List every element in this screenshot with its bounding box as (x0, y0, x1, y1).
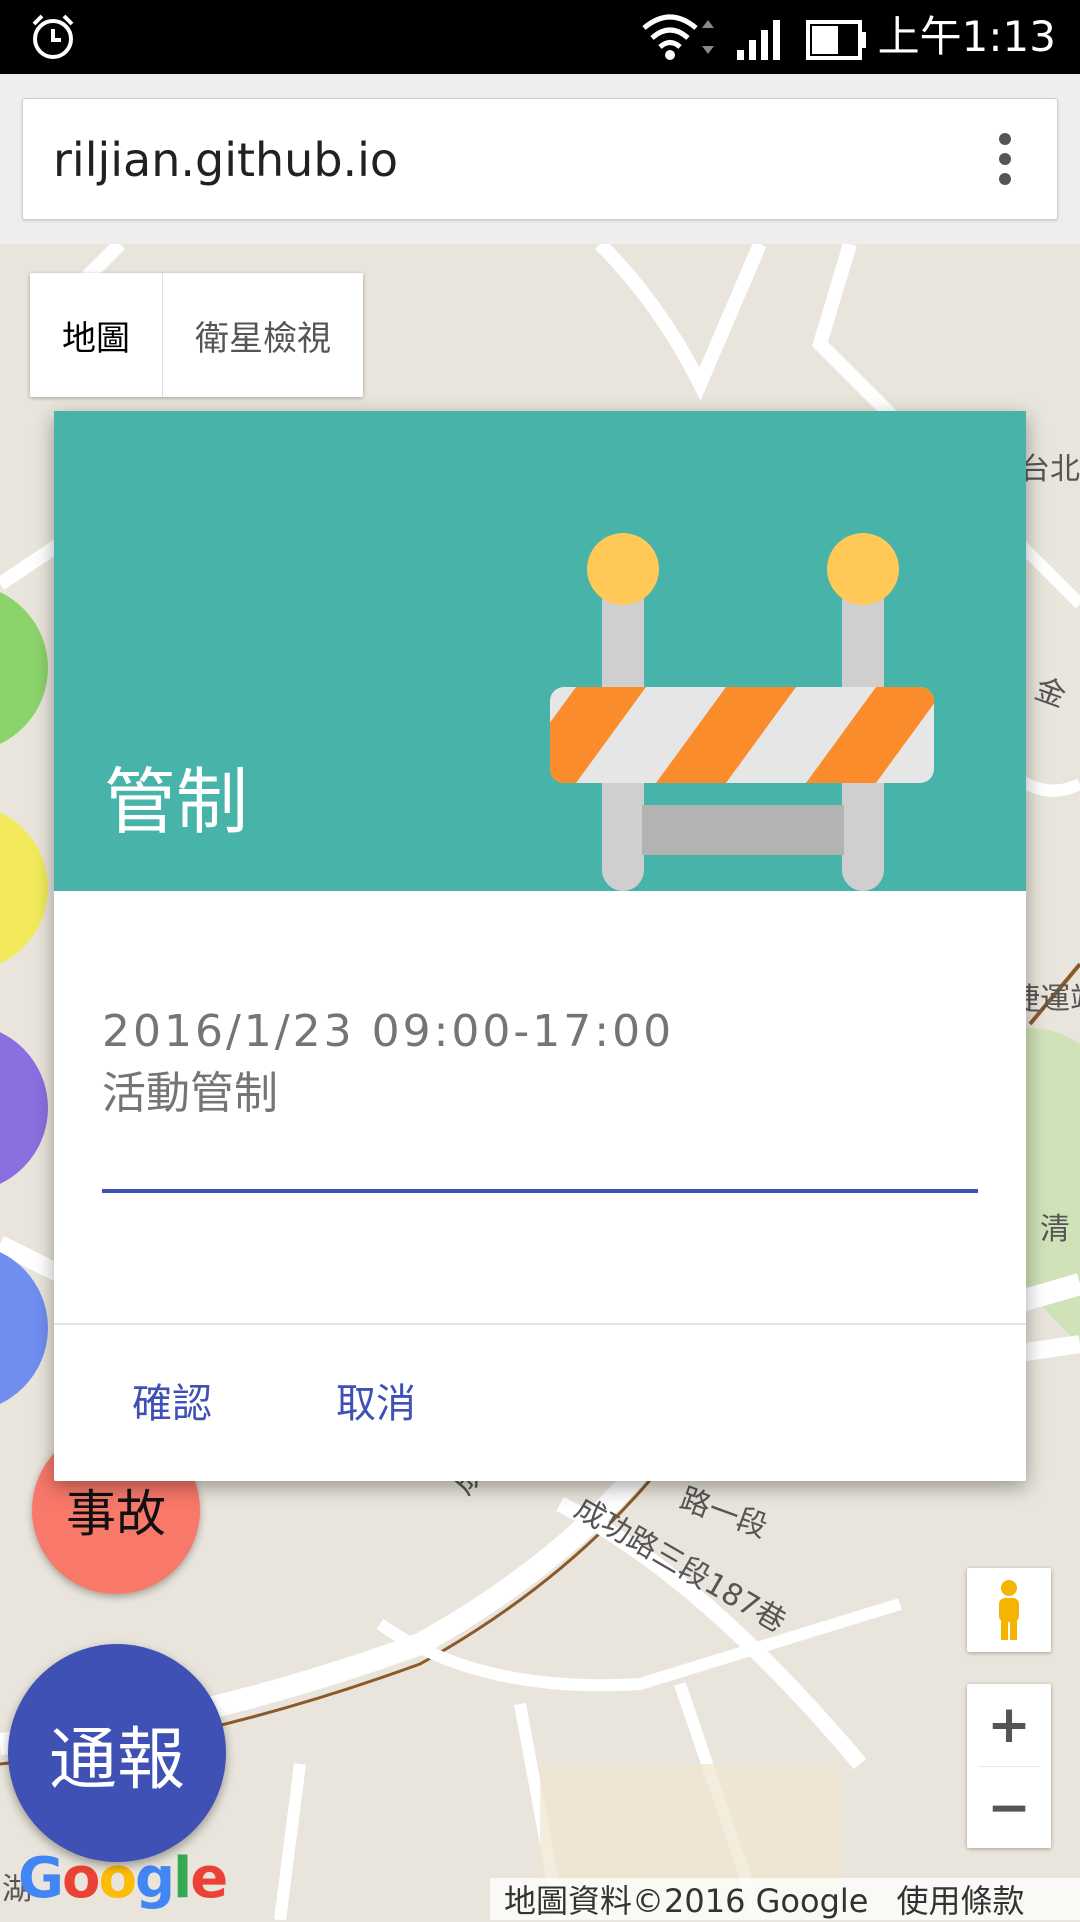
dialog-divider (54, 1323, 1026, 1325)
street-view-pegman-icon[interactable] (967, 1568, 1051, 1652)
textarea-underline (102, 1189, 978, 1193)
map-type-map[interactable]: 地圖 (30, 273, 163, 397)
signal-icon (735, 16, 795, 66)
description-textarea[interactable]: 2016/1/23 09:00-17:00 活動管制 (102, 1001, 978, 1119)
event-time: 2016/1/23 09:00-17:00 (102, 1006, 675, 1057)
map-attribution: 地圖資料©2016 Google 使用條款 (490, 1878, 1080, 1920)
status-time: 上午1:13 (877, 12, 1056, 61)
zoom-out-button[interactable]: − (967, 1767, 1051, 1849)
report-button[interactable]: 通報 (8, 1644, 226, 1862)
event-description: 活動管制 (102, 1068, 278, 1119)
battery-icon (806, 18, 868, 66)
map-type-control: 地圖 衛星檢視 (30, 273, 363, 397)
cancel-button[interactable]: 取消 (336, 1371, 416, 1429)
url-text[interactable]: riljian.github.io (53, 133, 398, 187)
map-type-satellite[interactable]: 衛星檢視 (163, 273, 363, 397)
more-options-icon[interactable] (999, 133, 1013, 185)
zoom-in-button[interactable]: + (967, 1684, 1051, 1766)
road-barrier-icon (546, 521, 946, 891)
wifi-icon (640, 12, 720, 66)
street-label: 台北 (1020, 452, 1080, 487)
browser-toolbar: riljian.github.io (0, 74, 1080, 244)
terms-link[interactable]: 使用條款 (882, 1876, 1038, 1922)
event-dialog: 管制 2016/1/23 09:00-17:00 活動管制 確認 取消 (54, 411, 1026, 1481)
status-bar: 上午1:13 (0, 0, 1080, 74)
map-data-credit: 地圖資料©2016 Google (504, 1882, 869, 1920)
zoom-control: + − (967, 1684, 1051, 1848)
confirm-button[interactable]: 確認 (132, 1371, 212, 1429)
address-bar[interactable]: riljian.github.io (22, 98, 1058, 220)
dialog-actions: 確認 取消 (54, 1371, 1026, 1451)
dialog-title: 管制 (104, 760, 249, 844)
dialog-header: 管制 (54, 411, 1026, 891)
street-label: 清 (1040, 1212, 1070, 1247)
alarm-icon (28, 12, 78, 66)
